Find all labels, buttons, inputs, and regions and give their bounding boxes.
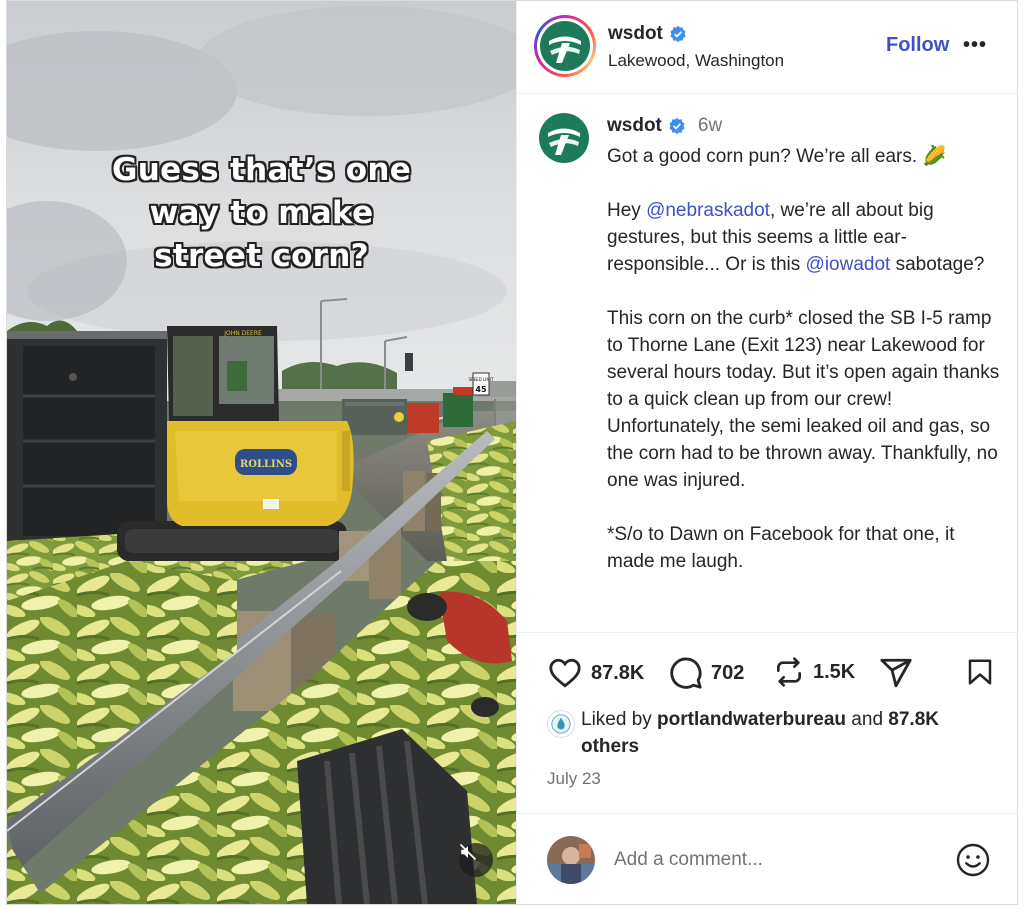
current-user-avatar [547, 836, 595, 884]
caption-username-row: wsdot 6w [607, 115, 722, 137]
heart-icon[interactable] [547, 656, 583, 690]
video-overlay-caption: Guess that’s one way to make street corn… [7, 149, 516, 278]
caption-text-segment: Hey [607, 200, 647, 221]
verified-badge-icon [670, 25, 686, 43]
share-action[interactable] [879, 656, 913, 690]
caption-paragraph-4: *S/o to Dawn on Facebook for that one, i… [607, 524, 955, 572]
overlay-line-2: way to make [149, 195, 374, 231]
liked-by-prefix: Liked by [581, 709, 658, 730]
post-date[interactable]: July 23 [547, 769, 601, 789]
verified-badge-icon [669, 117, 685, 135]
comment-input[interactable] [614, 846, 934, 874]
comment-bubble-icon[interactable] [669, 656, 703, 690]
reposts-count[interactable]: 1.5K [813, 661, 855, 684]
caption-line-1: Got a good corn pun? We’re all ears. 🌽 [607, 146, 947, 167]
caption-section: wsdot 6w Got a good corn pun? We’re all … [517, 95, 1018, 633]
liked-by-middle: and [846, 709, 889, 730]
header-username-row: wsdot [608, 23, 687, 45]
wsdot-logo-icon [548, 128, 580, 155]
instagram-post-frame: SPEED LIMIT 45 JOHN DEERE ROLLINS Guess … [6, 0, 1018, 905]
liked-by-suffix[interactable]: others [581, 736, 639, 757]
caption-paragraph-3: This corn on the curb* closed the SB I-5… [607, 308, 1000, 491]
header-username[interactable]: wsdot [608, 23, 663, 45]
mention-nebraskadot[interactable]: @nebraskadot [646, 200, 770, 221]
liked-by-text: Liked by portlandwaterbureau and 87.8K o… [581, 706, 1001, 760]
more-options-button[interactable]: ••• [963, 34, 987, 57]
speaker-muted-icon [459, 843, 477, 861]
repost-icon[interactable] [773, 656, 805, 688]
header-location[interactable]: Lakewood, Washington [608, 51, 784, 71]
overlay-line-3: street corn? [154, 238, 369, 274]
bookmark-icon[interactable] [965, 656, 995, 688]
mute-button[interactable] [459, 843, 493, 877]
post-side-panel: wsdot Lakewood, Washington Follow ••• ws… [516, 1, 1018, 904]
comment-action[interactable]: 702 [669, 656, 744, 690]
overlay-line-1: Guess that’s one [111, 152, 412, 188]
profile-avatar[interactable] [534, 15, 596, 77]
scene-illustration: SPEED LIMIT 45 JOHN DEERE ROLLINS [7, 1, 516, 904]
liker-avatar[interactable] [547, 710, 575, 738]
liked-by-user[interactable]: portlandwaterbureau [657, 709, 846, 730]
repost-action[interactable]: 1.5K [773, 656, 855, 688]
post-time[interactable]: 6w [698, 115, 722, 137]
caption-text: Got a good corn pun? We’re all ears. 🌽 H… [607, 143, 1005, 602]
water-drop-logo-icon [551, 714, 571, 734]
speed-limit-label: SPEED LIMIT [469, 377, 494, 382]
caption-username[interactable]: wsdot [607, 115, 662, 137]
liked-by-count[interactable]: 87.8K [888, 709, 939, 730]
like-action[interactable]: 87.8K [547, 656, 644, 690]
comments-count[interactable]: 702 [711, 662, 744, 685]
likes-count[interactable]: 87.8K [591, 662, 644, 685]
wsdot-logo-icon [540, 21, 590, 71]
post-media[interactable]: SPEED LIMIT 45 JOHN DEERE ROLLINS Guess … [7, 1, 516, 904]
mention-iowadot[interactable]: @iowadot [806, 254, 891, 275]
action-bar: 87.8K 702 1.5K [517, 646, 1018, 696]
excavator-decal-text: ROLLINS [240, 459, 292, 470]
send-icon[interactable] [879, 656, 913, 690]
save-action[interactable] [965, 656, 995, 688]
emoji-button[interactable] [955, 842, 991, 883]
excavator-brand-text: JOHN DEERE [223, 330, 262, 337]
speed-limit-value: 45 [475, 385, 487, 394]
caption-avatar[interactable] [539, 113, 589, 163]
post-header: wsdot Lakewood, Washington Follow ••• [517, 1, 1018, 94]
add-comment-row [517, 813, 1018, 904]
caption-paragraph-2: Hey @nebraskadot, we’re all about big ge… [607, 197, 1005, 278]
follow-button[interactable]: Follow [886, 34, 949, 57]
smiley-icon[interactable] [955, 842, 991, 878]
caption-text-segment: sabotage? [890, 254, 985, 275]
